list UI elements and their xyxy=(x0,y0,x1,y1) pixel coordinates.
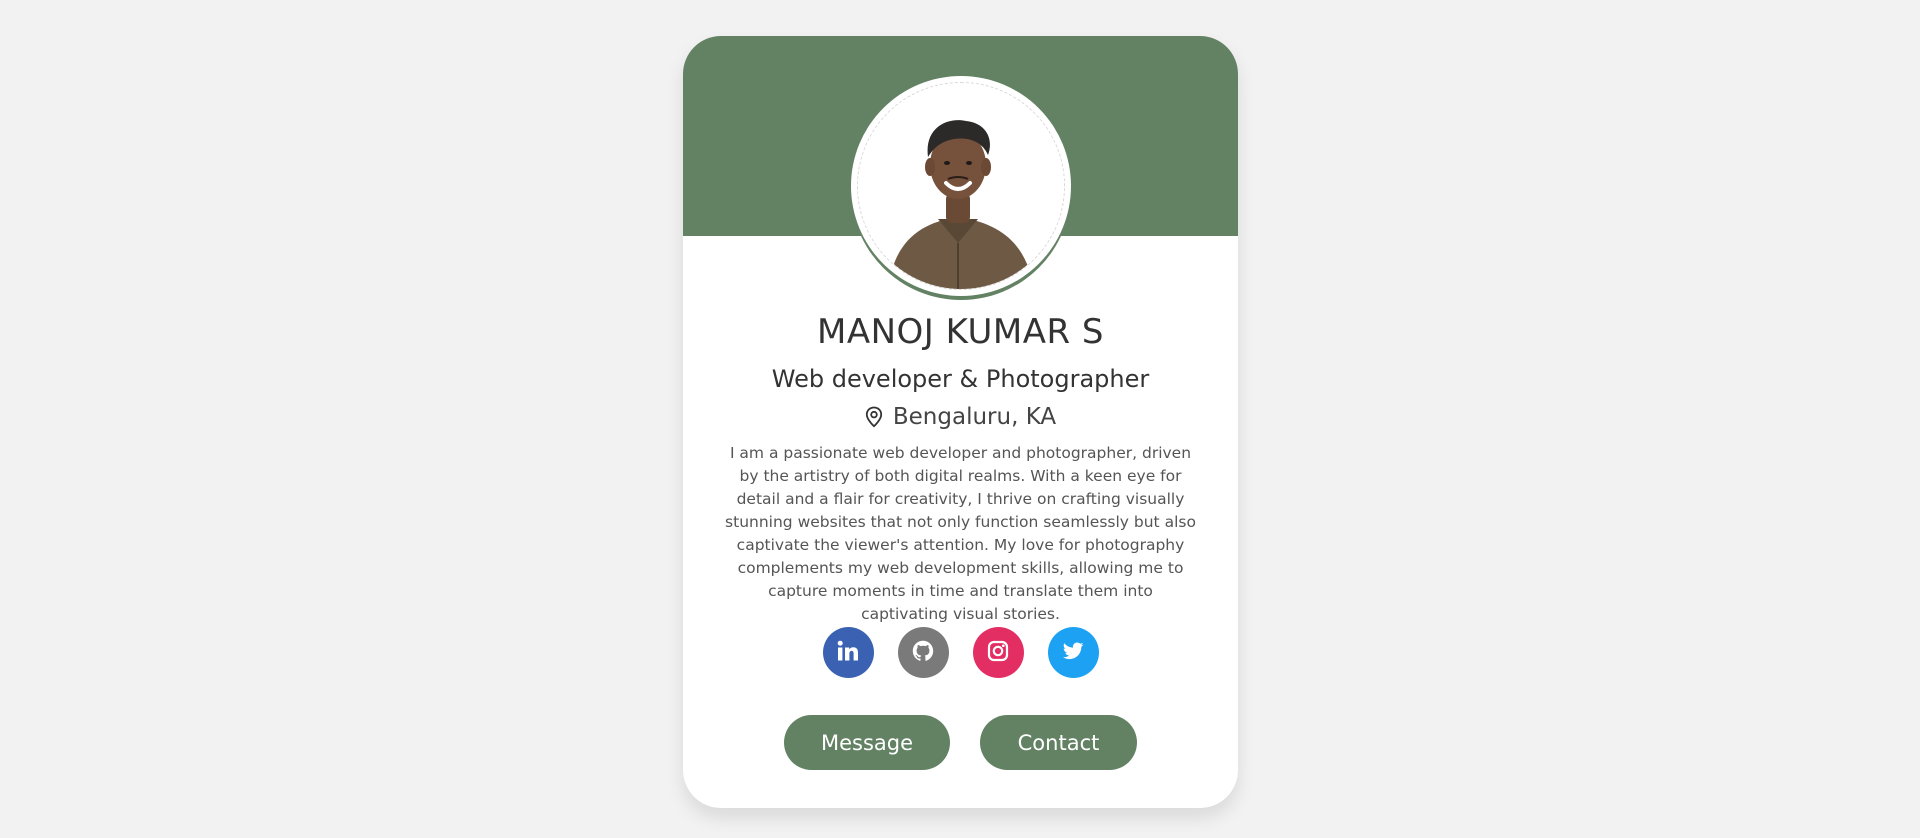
instagram-icon xyxy=(986,639,1010,667)
twitter-link[interactable] xyxy=(1047,627,1099,678)
instagram-link[interactable] xyxy=(972,627,1024,678)
profile-card: MANOJ KUMAR S Web developer & Photograph… xyxy=(683,36,1238,808)
contact-button[interactable]: Contact xyxy=(980,715,1137,770)
social-links xyxy=(683,627,1238,678)
twitter-icon xyxy=(1061,639,1085,667)
profile-location: Bengaluru, KA xyxy=(683,402,1238,432)
message-button[interactable]: Message xyxy=(784,715,950,770)
avatar-photo xyxy=(857,82,1065,290)
action-buttons: Message Contact xyxy=(683,715,1238,770)
avatar xyxy=(851,76,1071,296)
github-icon xyxy=(911,639,935,667)
profile-role: Web developer & Photographer xyxy=(771,365,1150,393)
profile-bio: I am a passionate web developer and phot… xyxy=(725,444,1196,623)
profile-name: MANOJ KUMAR S xyxy=(817,312,1104,352)
linkedin-link[interactable] xyxy=(822,627,874,678)
location-pin-icon xyxy=(865,406,883,428)
github-link[interactable] xyxy=(897,627,949,678)
linkedin-icon xyxy=(836,639,860,667)
location-text: Bengaluru, KA xyxy=(892,404,1057,430)
